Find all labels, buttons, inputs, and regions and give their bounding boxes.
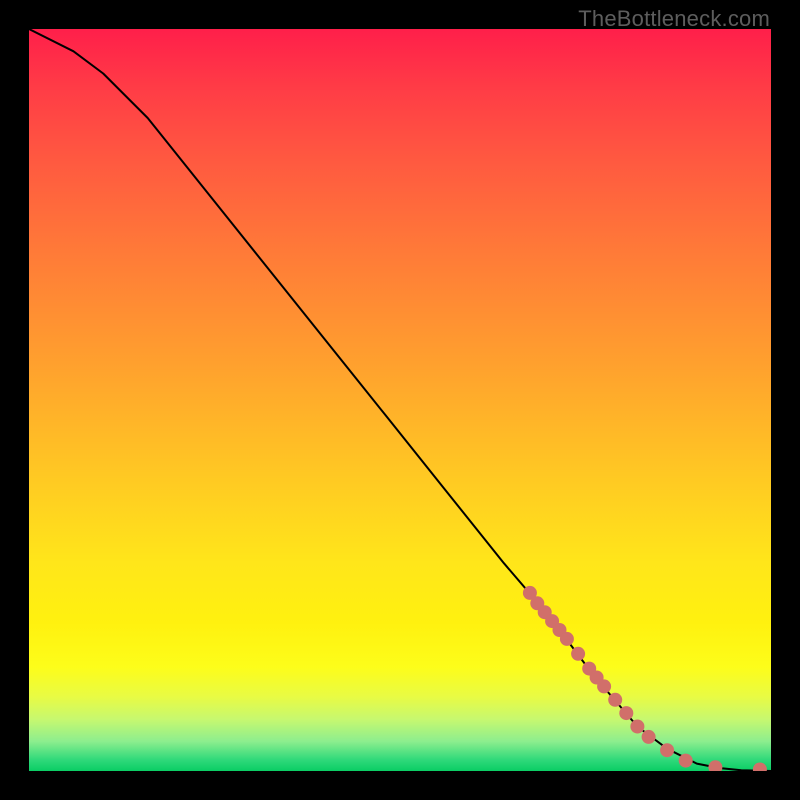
data-point <box>753 763 767 772</box>
bottleneck-curve <box>29 29 771 771</box>
data-point <box>571 647 585 661</box>
data-point <box>642 730 656 744</box>
data-point <box>708 760 722 771</box>
data-point <box>597 679 611 693</box>
data-point <box>660 743 674 757</box>
data-point <box>560 632 574 646</box>
data-point <box>619 706 633 720</box>
attribution-text: TheBottleneck.com <box>578 6 770 32</box>
curve-layer <box>29 29 771 771</box>
plot-area <box>29 29 771 771</box>
data-point <box>608 693 622 707</box>
data-markers <box>523 586 767 771</box>
data-point <box>630 720 644 734</box>
data-point <box>679 754 693 768</box>
chart-frame: TheBottleneck.com <box>0 0 800 800</box>
